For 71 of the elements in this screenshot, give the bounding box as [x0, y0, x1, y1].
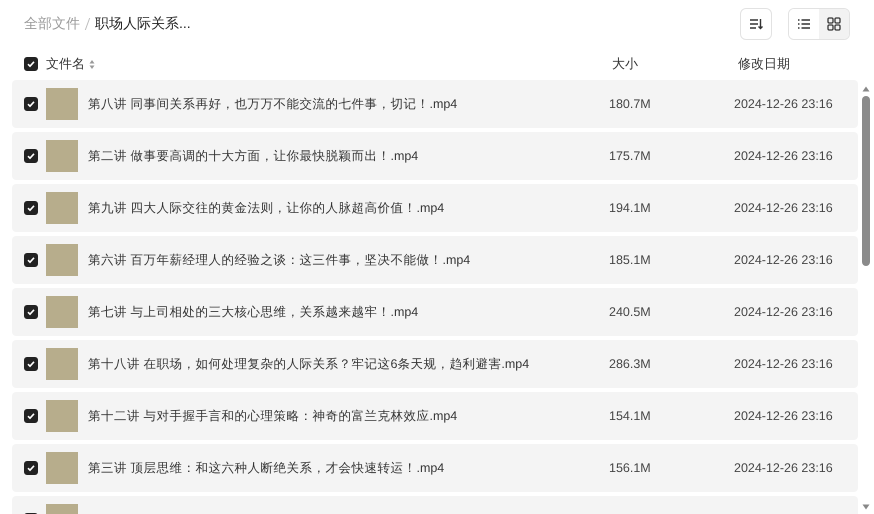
file-name[interactable]: 第三讲 顶层思维：和这六种人断绝关系，才会快速转运！.mp4 [88, 460, 444, 474]
select-all-checkbox[interactable] [24, 57, 38, 71]
check-icon [26, 255, 36, 265]
sort-arrows-icon[interactable] [89, 58, 95, 70]
video-thumbnail [46, 348, 78, 380]
file-row[interactable]: 第三讲 顶层思维：和这六种人断绝关系，才会快速转运！.mp4 156.1M 2024-12-26 23:16 [12, 444, 858, 492]
sort-icon [749, 18, 763, 30]
modified-date: 2024-12-26 23:16 [734, 253, 833, 267]
grid-view-button[interactable] [819, 9, 849, 39]
column-header[interactable]: 文件名 [46, 55, 85, 73]
file-row[interactable]: 第十八讲 在职场，如何处理复杂的人际关系？牢记这6条天规，趋利避害.mp4 286.3M 2024-12-26 23:16 [12, 340, 858, 388]
file-name[interactable]: 第十二讲 与对手握手言和的心理策略：神奇的富兰克林效应.mp4 [88, 408, 458, 422]
check-icon [26, 151, 36, 161]
check-icon [26, 411, 36, 421]
column-header[interactable]: 大小 [612, 56, 638, 71]
modified-date: 2024-12-26 23:16 [734, 97, 833, 111]
grid-icon [827, 17, 841, 31]
file-name[interactable]: 第十八讲 在职场，如何处理复杂的人际关系？牢记这6条天规，趋利避害.mp4 [88, 356, 530, 370]
sort-button[interactable] [740, 8, 772, 40]
video-thumbnail [46, 296, 78, 328]
file-size: 175.7M [609, 149, 651, 163]
modified-date: 2024-12-26 23:16 [734, 357, 833, 371]
video-thumbnail [46, 140, 78, 172]
breadcrumb-item: 职场人际关系... [95, 15, 191, 33]
file-name[interactable]: 第七讲 与上司相处的三大核心思维，关系越来越牢！.mp4 [88, 304, 418, 318]
check-icon [26, 99, 36, 109]
row-checkbox[interactable] [24, 253, 38, 267]
row-checkbox[interactable] [24, 409, 38, 423]
video-thumbnail [46, 244, 78, 276]
file-row[interactable]: 第六讲 百万年薪经理人的经验之谈：这三件事，坚决不能做！.mp4 185.1M 2024-12-26 23:16 [12, 236, 858, 284]
file-row[interactable]: 第八讲 同事间关系再好，也万万不能交流的七件事，切记！.mp4 180.7M 2024-12-26 23:16 [12, 80, 858, 128]
video-thumbnail [46, 400, 78, 432]
file-name[interactable]: 第二讲 做事要高调的十大方面，让你最快脱颖而出！.mp4 [88, 148, 418, 162]
modified-date: 2024-12-26 23:16 [734, 201, 833, 215]
file-row[interactable]: 第九讲 四大人际交往的黄金法则，让你的人脉超高价值！.mp4 194.1M 2024-12-26 23:16 [12, 184, 858, 232]
file-size: 185.1M [609, 253, 651, 267]
row-checkbox[interactable] [24, 97, 38, 111]
list-icon [797, 18, 811, 30]
file-row[interactable]: 第二讲 做事要高调的十大方面，让你最快脱颖而出！.mp4 175.7M 2024-12-26 23:16 [12, 132, 858, 180]
scroll-up-icon[interactable] [862, 86, 870, 92]
file-name[interactable]: 第八讲 同事间关系再好，也万万不能交流的七件事，切记！.mp4 [88, 96, 458, 110]
scroll-down-icon[interactable] [862, 504, 870, 510]
modified-date: 2024-12-26 23:16 [734, 461, 833, 475]
check-icon [26, 307, 36, 317]
column-header[interactable]: 修改日期 [738, 56, 790, 71]
file-name[interactable]: 第六讲 百万年薪经理人的经验之谈：这三件事，坚决不能做！.mp4 [88, 252, 470, 266]
check-icon [26, 203, 36, 213]
file-size: 156.1M [609, 461, 651, 475]
file-row[interactable]: 第七讲 与上司相处的三大核心思维，关系越来越牢！.mp4 240.5M 2024-12-26 23:16 [12, 288, 858, 336]
check-icon [26, 359, 36, 369]
video-thumbnail [46, 88, 78, 120]
modified-date: 2024-12-26 23:16 [734, 305, 833, 319]
file-size: 180.7M [609, 97, 651, 111]
modified-date: 2024-12-26 23:16 [734, 409, 833, 423]
file-size: 154.1M [609, 409, 651, 423]
row-checkbox[interactable] [24, 201, 38, 215]
row-checkbox[interactable] [24, 461, 38, 475]
scrollbar-thumb[interactable] [862, 96, 870, 266]
file-size: 194.1M [609, 201, 651, 215]
file-row[interactable]: 第十二讲 与对手握手言和的心理策略：神奇的富兰克林效应.mp4 154.1M 2024-12-26 23:16 [12, 392, 858, 440]
check-icon [26, 463, 36, 473]
modified-date: 2024-12-26 23:16 [734, 149, 833, 163]
row-checkbox[interactable] [24, 357, 38, 371]
video-thumbnail [46, 452, 78, 484]
file-name[interactable]: 第九讲 四大人际交往的黄金法则，让你的人脉超高价值！.mp4 [88, 200, 444, 214]
file-size: 240.5M [609, 305, 651, 319]
check-icon [26, 59, 36, 69]
row-checkbox[interactable] [24, 305, 38, 319]
video-thumbnail [46, 192, 78, 224]
row-checkbox[interactable] [24, 149, 38, 163]
file-size: 286.3M [609, 357, 651, 371]
